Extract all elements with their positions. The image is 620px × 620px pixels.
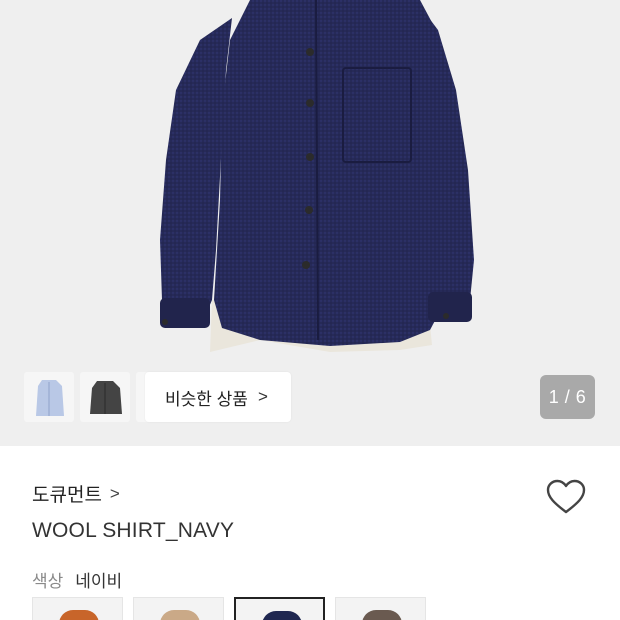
product-title: WOOL SHIRT_NAVY	[32, 519, 235, 542]
swatch-beige[interactable]	[133, 597, 224, 620]
similar-products-button[interactable]: 비슷한 상품 >	[145, 372, 291, 422]
swatch-orange[interactable]	[32, 597, 123, 620]
color-swatches	[32, 597, 426, 620]
chevron-right-icon: >	[109, 483, 120, 503]
image-counter: 1 / 6	[540, 375, 595, 419]
brand-link[interactable]: 도큐먼트 >	[32, 480, 120, 507]
thumbnail-light-blue-shirt[interactable]	[24, 372, 74, 422]
color-label: 색상	[32, 572, 64, 591]
color-value: 네이비	[75, 572, 123, 591]
swatch-navy[interactable]	[234, 597, 325, 620]
chevron-right-icon: >	[257, 387, 268, 406]
heart-icon[interactable]	[546, 479, 586, 515]
thumbnail-dark-gray-shirt[interactable]	[80, 372, 130, 422]
brand-name: 도큐먼트	[32, 485, 102, 506]
similar-products-label: 비슷한 상품	[165, 389, 248, 409]
swatch-brown[interactable]	[335, 597, 426, 620]
color-info: 색상 네이비	[32, 567, 122, 592]
product-image-gallery[interactable]: 비슷한 상품 > 1 / 6	[0, 0, 620, 446]
